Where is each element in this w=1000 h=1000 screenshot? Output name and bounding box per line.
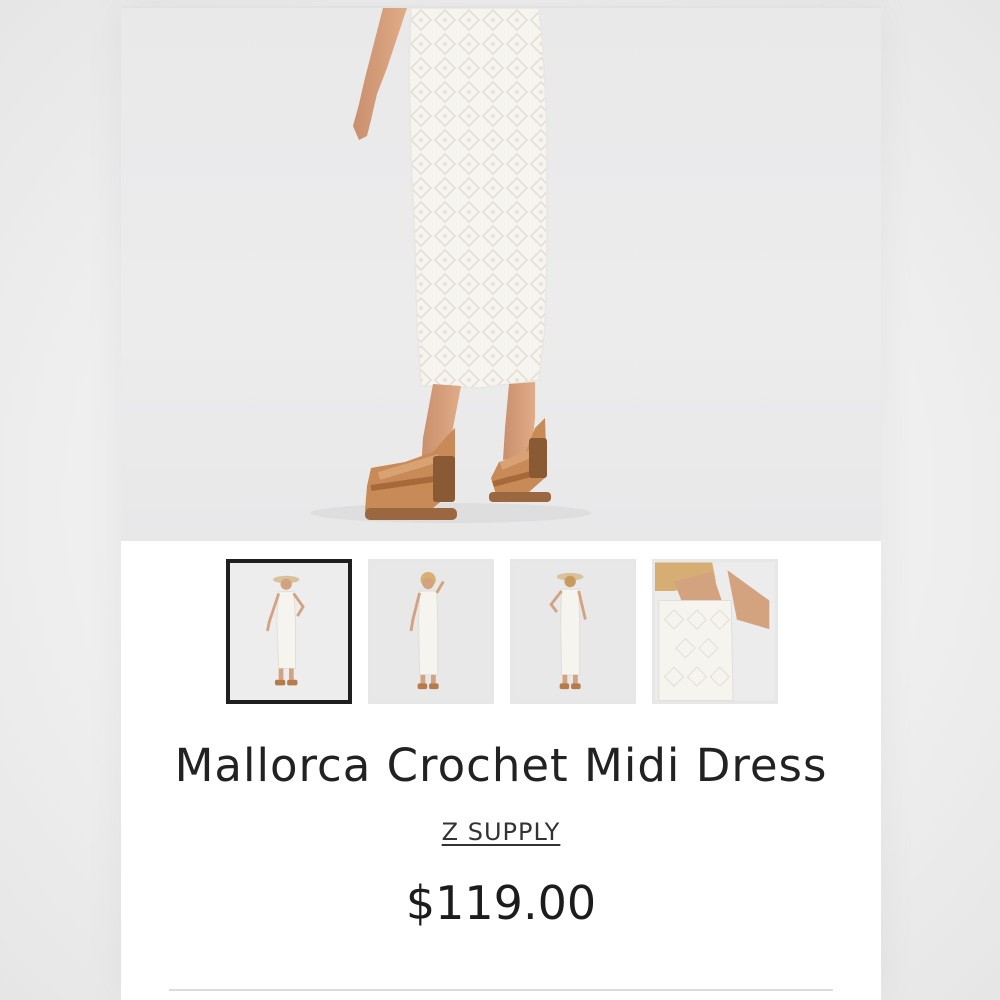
product-card: Mallorca Crochet Midi Dress Z SUPPLY $11… [121, 6, 881, 1000]
brand-link[interactable]: Z SUPPLY [442, 818, 561, 846]
product-photo [311, 8, 591, 523]
bottom-divider [169, 989, 833, 991]
thumbnail-2-image [371, 562, 491, 701]
thumbnail-3-image [513, 562, 633, 701]
product-main-image[interactable] [121, 8, 881, 541]
product-title: Mallorca Crochet Midi Dress [174, 739, 828, 792]
thumbnail-2[interactable] [368, 559, 494, 704]
product-price: $119.00 [405, 876, 597, 930]
thumbnail-3[interactable] [510, 559, 636, 704]
thumbnail-1[interactable] [226, 559, 352, 704]
brand-link-container: Z SUPPLY [121, 818, 881, 846]
thumbnail-strip [226, 559, 778, 704]
thumbnail-4-image [655, 562, 775, 701]
thumbnail-4[interactable] [652, 559, 778, 704]
thumbnail-1-image [230, 563, 348, 700]
